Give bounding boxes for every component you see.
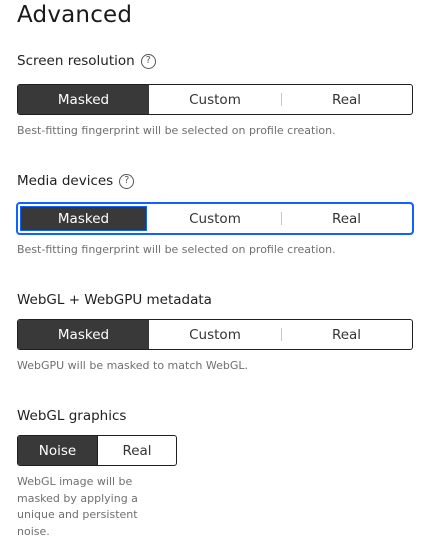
webgl-graphics-helper-line: unique and persistent — [17, 508, 138, 521]
webgl-metadata-helper: WebGPU will be masked to match WebGL. — [17, 359, 248, 372]
media-devices-selector: Masked Custom Real — [16, 202, 414, 235]
screen-resolution-option-custom[interactable]: Custom — [149, 85, 281, 114]
webgl-graphics-label-text: WebGL graphics — [17, 408, 127, 424]
webgl-graphics-helper-line: masked by applying a — [17, 491, 138, 505]
screen-resolution-label-text: Screen resolution — [17, 53, 135, 69]
media-devices-option-real[interactable]: Real — [281, 204, 412, 233]
media-devices-label: Media devices ? — [17, 173, 135, 189]
page-title: Advanced — [17, 2, 133, 28]
webgl-graphics-option-noise[interactable]: Noise — [18, 436, 97, 465]
screen-resolution-label: Screen resolution ? — [17, 53, 156, 69]
screen-resolution-option-masked[interactable]: Masked — [18, 85, 149, 114]
webgl-metadata-label: WebGL + WebGPU metadata — [17, 292, 212, 308]
webgl-graphics-selector: Noise Real — [17, 435, 177, 466]
webgl-graphics-helper-line: WebGL image will be — [17, 475, 133, 488]
webgl-graphics-helper: WebGL image will be masked by applying a… — [17, 474, 138, 540]
webgl-metadata-label-text: WebGL + WebGPU metadata — [17, 292, 212, 308]
screen-resolution-selector: Masked Custom Real — [17, 84, 413, 115]
media-devices-label-text: Media devices — [17, 173, 114, 189]
webgl-metadata-option-custom[interactable]: Custom — [149, 320, 281, 349]
media-devices-helper: Best-fitting fingerprint will be selecte… — [17, 243, 336, 256]
webgl-graphics-helper-line: noise. — [17, 524, 50, 538]
screen-resolution-helper: Best-fitting fingerprint will be selecte… — [17, 124, 336, 137]
webgl-metadata-option-real[interactable]: Real — [281, 320, 412, 349]
question-circle-icon[interactable]: ? — [119, 173, 135, 189]
webgl-graphics-label: WebGL graphics — [17, 408, 126, 424]
screen-resolution-option-real[interactable]: Real — [281, 85, 412, 114]
media-devices-option-custom[interactable]: Custom — [149, 204, 281, 233]
media-devices-option-masked[interactable]: Masked — [18, 204, 149, 233]
webgl-graphics-option-real[interactable]: Real — [97, 436, 176, 465]
question-circle-icon[interactable]: ? — [140, 53, 156, 69]
webgl-metadata-option-masked[interactable]: Masked — [18, 320, 149, 349]
webgl-metadata-selector: Masked Custom Real — [17, 319, 413, 350]
